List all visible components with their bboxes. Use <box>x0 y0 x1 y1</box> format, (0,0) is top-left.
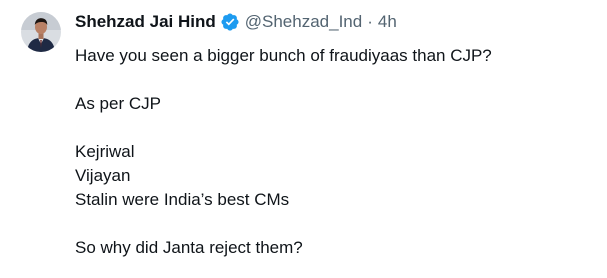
tweet-text: Have you seen a bigger bunch of fraudiya… <box>75 44 595 260</box>
author-handle[interactable]: @Shehzad_Ind <box>245 10 362 34</box>
tweet-line: Stalin were India’s best CMs <box>75 190 290 209</box>
verified-badge-icon <box>220 12 240 32</box>
tweet-line: Have you seen a bigger bunch of fraudiya… <box>75 46 492 65</box>
tweet-line: Vijayan <box>75 166 131 185</box>
separator-dot: · <box>367 12 373 31</box>
tweet-header: Shehzad Jai Hind @Shehzad_Ind · 4h <box>75 10 397 34</box>
tweet-line: So why did Janta reject them? <box>75 238 303 257</box>
avatar-image <box>21 12 61 52</box>
tweet-card[interactable]: Shehzad Jai Hind @Shehzad_Ind · 4h Have … <box>0 0 607 278</box>
avatar[interactable] <box>21 12 61 52</box>
tweet-line: Kejriwal <box>75 142 135 161</box>
timestamp[interactable]: 4h <box>378 10 397 34</box>
display-name[interactable]: Shehzad Jai Hind <box>75 10 216 34</box>
tweet-line: As per CJP <box>75 94 161 113</box>
